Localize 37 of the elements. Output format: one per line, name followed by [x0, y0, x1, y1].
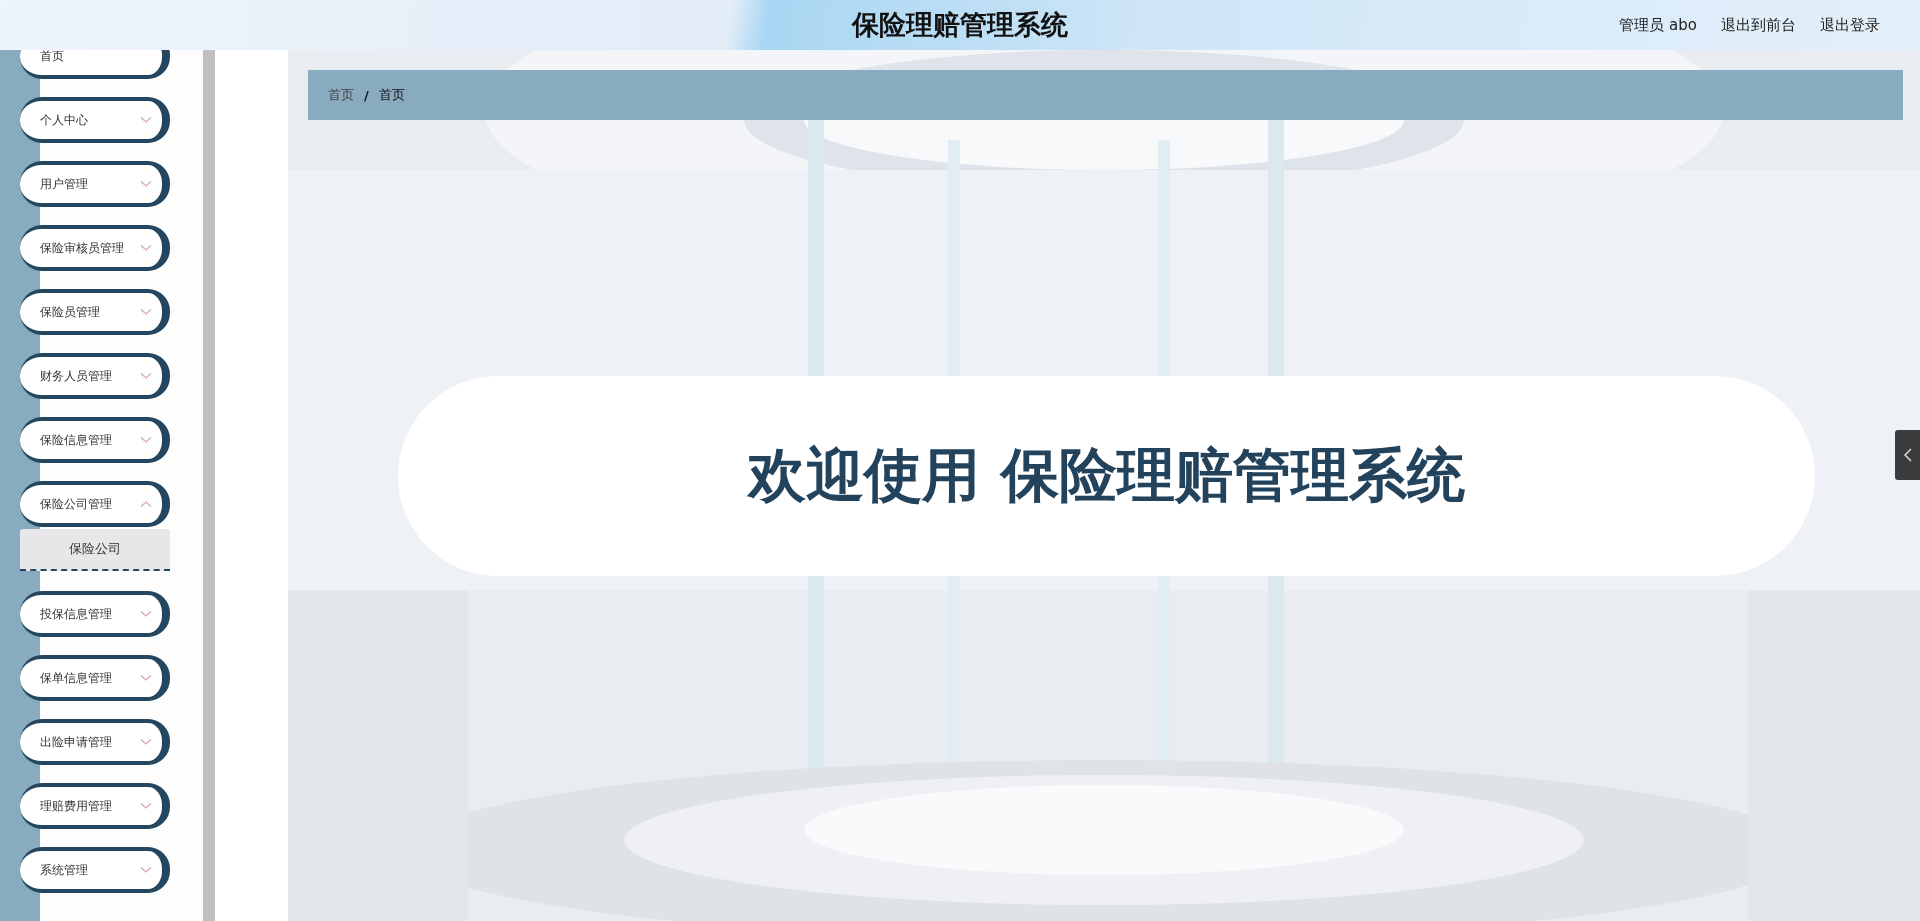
menu-item[interactable]: 保险信息管理 — [20, 417, 170, 463]
menu-item[interactable]: 投保信息管理 — [20, 591, 170, 637]
breadcrumb-link[interactable]: 首页 — [378, 86, 405, 104]
submenu-item[interactable]: 保险公司 — [20, 529, 170, 571]
welcome-heading: 欢迎使用 保险理赔管理系统 — [748, 440, 1465, 511]
chevron-left-icon — [1903, 448, 1912, 462]
menu-item[interactable]: 首页 — [20, 50, 170, 79]
menu-item[interactable]: 个人中心 — [20, 97, 170, 143]
chevron-icon — [140, 802, 152, 810]
menu-item[interactable]: 出险申请管理 — [20, 719, 170, 765]
chevron-icon — [140, 866, 152, 874]
menu-item[interactable]: 保险审核员管理 — [20, 225, 170, 271]
menu-item[interactable]: 保单信息管理 — [20, 655, 170, 701]
menu-item[interactable]: 保险公司管理 — [20, 481, 170, 527]
app-title: 保险理赔管理系统 — [852, 8, 1068, 42]
menu-item[interactable]: 用户管理 — [20, 161, 170, 207]
breadcrumb-separator: / — [364, 87, 369, 103]
collapse-button[interactable] — [1895, 430, 1920, 480]
scrollbar[interactable] — [203, 50, 215, 921]
menu-item[interactable]: 系统管理 — [20, 847, 170, 893]
chevron-icon — [140, 244, 152, 252]
chevron-icon — [140, 180, 152, 188]
menu-item[interactable]: 财务人员管理 — [20, 353, 170, 399]
menu-item[interactable]: 保险员管理 — [20, 289, 170, 335]
header-link[interactable]: 管理员 abo — [1619, 15, 1697, 35]
chevron-icon — [140, 372, 152, 380]
breadcrumb-link[interactable]: 首页 — [328, 86, 354, 104]
header-link[interactable]: 退出到前台 — [1721, 15, 1796, 35]
chevron-icon — [140, 308, 152, 316]
chevron-icon — [140, 610, 152, 618]
chevron-icon — [140, 674, 152, 682]
menu-item[interactable]: 理赔费用管理 — [20, 783, 170, 829]
chevron-icon — [140, 500, 152, 508]
header-link[interactable]: 退出登录 — [1820, 15, 1880, 35]
chevron-icon — [140, 738, 152, 746]
chevron-icon — [140, 436, 152, 444]
chevron-icon — [140, 116, 152, 124]
